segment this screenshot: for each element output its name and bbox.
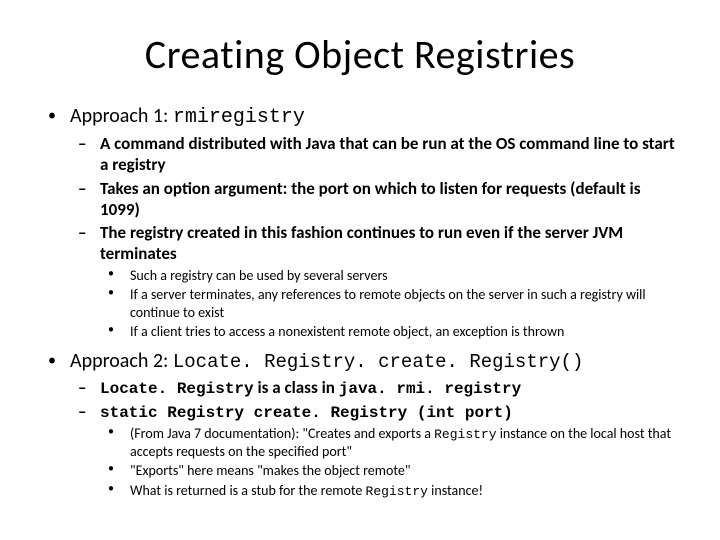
approach-2-subsub-2: "Exports" here means "makes the object r… [40, 462, 680, 480]
approach-1-subsub-1: Such a registry can be used by several s… [40, 267, 680, 285]
slide: Creating Object Registries Approach 1: r… [0, 0, 720, 540]
approach-1-sub-3: The registry created in this fashion con… [40, 222, 680, 265]
approach-2-sub-1-mid: is a class in [254, 377, 339, 398]
approach-1-heading: Approach 1: rmiregistry [40, 104, 680, 129]
approach-2-heading-code: Locate. Registry. create. Registry() [173, 351, 583, 373]
approach-2-sub-2: static Registry create. Registry (int po… [40, 401, 680, 423]
approach-2-heading-text: Approach 2: [70, 349, 173, 373]
approach-2-sub-1: Locate. Registry is a class in java. rmi… [40, 377, 680, 399]
approach-1-sub-1: A command distributed with Java that can… [40, 133, 680, 176]
approach-2-sub-1-code-1: Locate. Registry [100, 380, 254, 398]
approach-1-heading-code: rmiregistry [173, 106, 305, 129]
approach-1-subsub-2: If a server terminates, any references t… [40, 286, 680, 321]
approach-2-subsub-3: What is returned is a stub for the remot… [40, 482, 680, 500]
slide-title: Creating Object Registries [40, 30, 680, 79]
approach-2-subsub-3-post: instance! [428, 482, 483, 499]
approach-2-subsub-1: (From Java 7 documentation): "Creates an… [40, 425, 680, 461]
approach-2-heading: Approach 2: Locate. Registry. create. Re… [40, 349, 680, 373]
approach-1-heading-text: Approach 1: [70, 104, 173, 128]
approach-1-sub-2: Takes an option argument: the port on wh… [40, 178, 680, 221]
approach-2-subsub-1-pre: (From Java 7 documentation): "Creates an… [130, 425, 434, 442]
approach-2-subsub-1-code: Registry [434, 427, 496, 442]
approach-2-sub-1-code-2: java. rmi. registry [339, 380, 521, 398]
approach-2-subsub-3-pre: What is returned is a stub for the remot… [130, 482, 366, 499]
approach-2-subsub-3-code: Registry [366, 484, 428, 499]
approach-2-sub-2-code: static Registry create. Registry (int po… [100, 404, 513, 422]
approach-1-subsub-3: If a client tries to access a nonexisten… [40, 323, 680, 341]
